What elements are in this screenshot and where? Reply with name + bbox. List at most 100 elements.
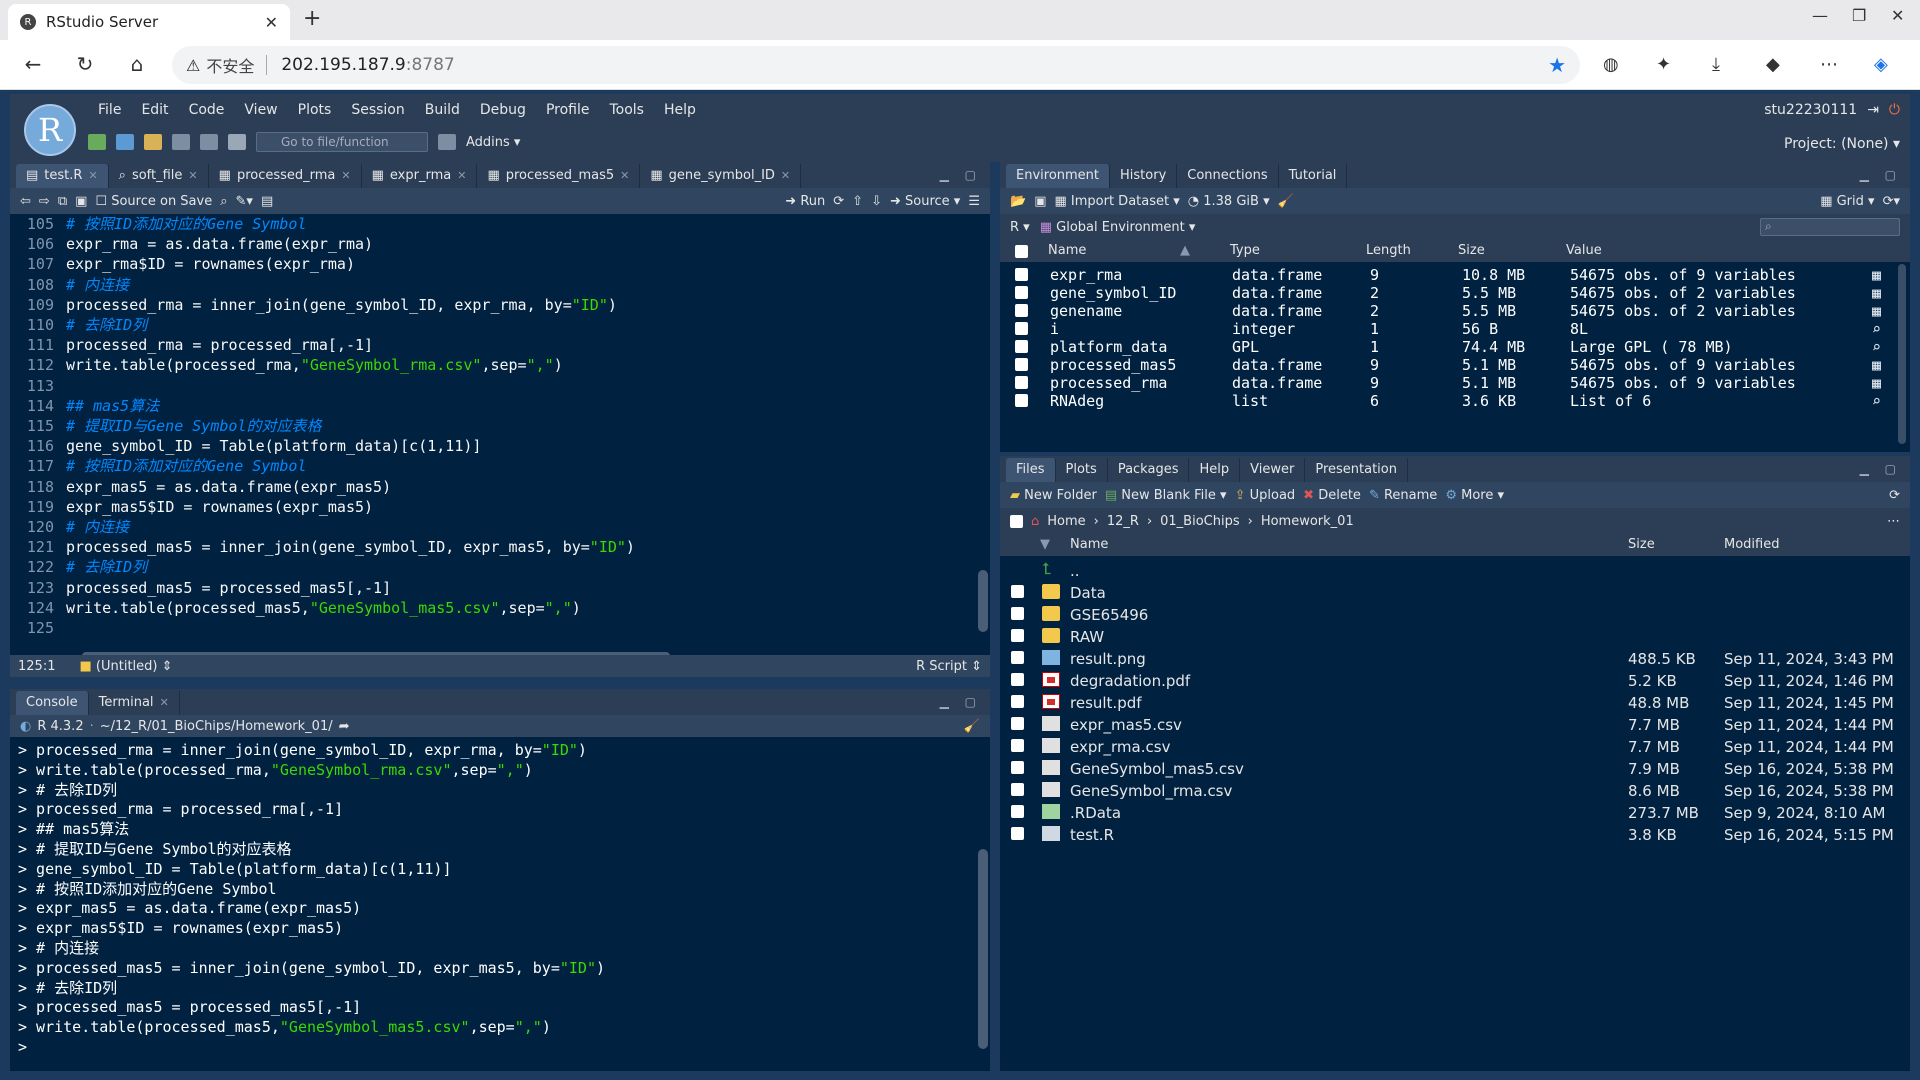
compile-report-icon[interactable]: ▤ [261,194,273,209]
code-line[interactable]: 122 # 去除ID列 [10,557,990,577]
down-arrow-icon[interactable]: ⇩ [871,194,882,209]
tab-soft-file[interactable]: ⌕ soft_file ✕ [109,164,209,188]
breadcrumb-homework[interactable]: Homework_01 [1261,514,1354,529]
code-line[interactable]: 111 processed_rma = processed_rma[,-1] [10,335,990,355]
view-mode-button[interactable]: ▦ Grid ▾ [1820,194,1874,209]
code-line[interactable]: 106 expr_rma = as.data.frame(expr_rma) [10,234,990,254]
tab-test-r[interactable]: ▤ test.R ✕ [16,164,109,188]
tab-console[interactable]: Console [16,691,89,715]
minimize-window-icon[interactable]: — [1812,6,1828,25]
close-icon[interactable]: ✕ [188,164,197,188]
print-icon[interactable] [228,134,246,150]
close-icon[interactable]: ✕ [160,691,169,715]
home-icon[interactable]: ⌂ [124,52,150,76]
code-line[interactable]: 110 # 去除ID列 [10,315,990,335]
load-workspace-icon[interactable]: 📂 [1010,194,1026,209]
row-checkbox[interactable] [1011,585,1024,598]
breadcrumb-home[interactable]: Home [1047,514,1085,529]
col-size[interactable]: Size [1458,243,1485,258]
source-on-save-checkbox[interactable]: ☐ Source on Save [95,194,212,209]
row-checkbox[interactable] [1015,304,1028,317]
clear-console-icon[interactable]: 🧹 [964,719,980,734]
menu-session[interactable]: Session [341,100,414,120]
tab-help[interactable]: Help [1189,458,1241,482]
rename-button[interactable]: ✎ Rename [1369,488,1437,503]
tab-processed-rma[interactable]: ▦ processed_rma ✕ [209,164,362,188]
row-checkbox[interactable] [1011,783,1024,796]
save-workspace-icon[interactable]: ▣ [1034,194,1046,209]
delete-button[interactable]: ✖ Delete [1303,488,1361,503]
tab-viewer[interactable]: Viewer [1240,458,1306,482]
breadcrumb-12r[interactable]: 12_R [1107,514,1139,529]
tab-tutorial[interactable]: Tutorial [1279,164,1348,188]
save-icon[interactable] [172,134,190,150]
reload-icon[interactable]: ↻ [72,52,98,76]
more-button[interactable]: ⚙ More ▾ [1445,488,1504,503]
code-line[interactable]: 121 processed_mas5 = inner_join(gene_symb… [10,537,990,557]
file-name[interactable]: expr_rma.csv [1070,738,1170,756]
file-name[interactable]: test.R [1070,826,1114,844]
pane-minmax-icon[interactable]: ▁ ▢ [1860,168,1902,182]
find-icon[interactable]: ⌕ [220,194,227,209]
file-name[interactable]: GSE65496 [1070,606,1148,624]
new-folder-button[interactable]: ▰ New Folder [1010,488,1097,503]
row-checkbox[interactable] [1015,286,1028,299]
code-line[interactable]: 113 [10,376,990,396]
close-window-icon[interactable]: ✕ [1891,6,1904,25]
new-blank-file-button[interactable]: ▤ New Blank File ▾ [1105,488,1227,503]
file-name[interactable]: GeneSymbol_mas5.csv [1070,760,1244,778]
menu-file[interactable]: File [88,100,131,120]
extensions-puzzle-icon[interactable]: ✦ [1656,54,1671,75]
code-line[interactable]: 119 expr_mas5$ID = rownames(expr_mas5) [10,497,990,517]
save-all-icon[interactable] [200,134,218,150]
environment-search-input[interactable]: ⌕ [1760,218,1900,236]
tab-expr-rma[interactable]: ▦ expr_rma ✕ [362,164,478,188]
file-name[interactable]: result.png [1070,650,1146,668]
col-type[interactable]: Type [1230,243,1260,258]
import-dataset-button[interactable]: ▦ Import Dataset ▾ [1054,194,1179,209]
browser-tab[interactable]: R RStudio Server ✕ [8,4,290,40]
row-checkbox[interactable] [1011,717,1024,730]
run-button[interactable]: ➜ Run [785,194,825,209]
menu-view[interactable]: View [234,100,287,120]
upload-button[interactable]: ⇪ Upload [1235,488,1296,503]
code-line[interactable]: 108 # 内连接 [10,275,990,295]
go-to-directory-icon[interactable]: ➦ [339,719,350,734]
file-name[interactable]: Data [1070,584,1106,602]
forward-arrow-icon[interactable]: ⇨ [39,194,50,209]
close-tab-icon[interactable]: ✕ [265,13,278,32]
col-size[interactable]: Size [1628,537,1655,552]
sign-out-icon[interactable]: ⇥ [1867,102,1879,118]
row-checkbox[interactable] [1011,607,1024,620]
row-checkbox[interactable] [1011,673,1024,686]
menu-build[interactable]: Build [415,100,470,120]
code-area[interactable]: 105 # 按照ID添加对应的Gene Symbol 106 expr_rma = a… [10,214,990,644]
tab-terminal[interactable]: Terminal ✕ [89,691,180,715]
code-line[interactable]: 107 expr_rma$ID = rownames(expr_rma) [10,254,990,274]
grid-layout-icon[interactable] [438,134,456,150]
file-name[interactable]: degradation.pdf [1070,672,1190,690]
source-button[interactable]: ➜ Source ▾ [890,194,960,209]
col-name[interactable]: Name [1048,243,1086,258]
code-line[interactable]: 109 processed_rma = inner_join(gene_symbo… [10,295,990,315]
file-name[interactable]: .RData [1070,804,1121,822]
menu-help[interactable]: Help [654,100,706,120]
editor-vertical-scrollbar[interactable] [978,570,988,632]
code-line[interactable]: 115 # 提取ID与Gene Symbol的对应表格 [10,416,990,436]
environment-scrollbar[interactable] [1898,264,1906,444]
row-checkbox[interactable] [1015,358,1028,371]
console-scrollbar[interactable] [978,849,988,1049]
addins-menu[interactable]: Addins ▾ [466,135,520,150]
new-file-icon[interactable] [88,134,106,150]
extension-badge-icon[interactable]: ◍ [1603,54,1619,75]
row-checkbox[interactable] [1011,761,1024,774]
pane-minmax-icon[interactable]: ▁ ▢ [940,695,982,709]
code-line[interactable]: 118 expr_mas5 = as.data.frame(expr_mas5) [10,477,990,497]
code-line[interactable]: 112 write.table(processed_rma,"GeneSymbol… [10,355,990,375]
row-checkbox[interactable] [1015,394,1028,407]
insecure-label[interactable]: 不安全 [206,53,254,77]
save-icon[interactable]: ▣ [75,194,87,209]
tab-environment[interactable]: Environment [1006,164,1111,188]
scope-selector[interactable]: ■ (Untitled) ⇕ [79,659,172,674]
breadcrumb-biochips[interactable]: 01_BioChips [1160,514,1239,529]
